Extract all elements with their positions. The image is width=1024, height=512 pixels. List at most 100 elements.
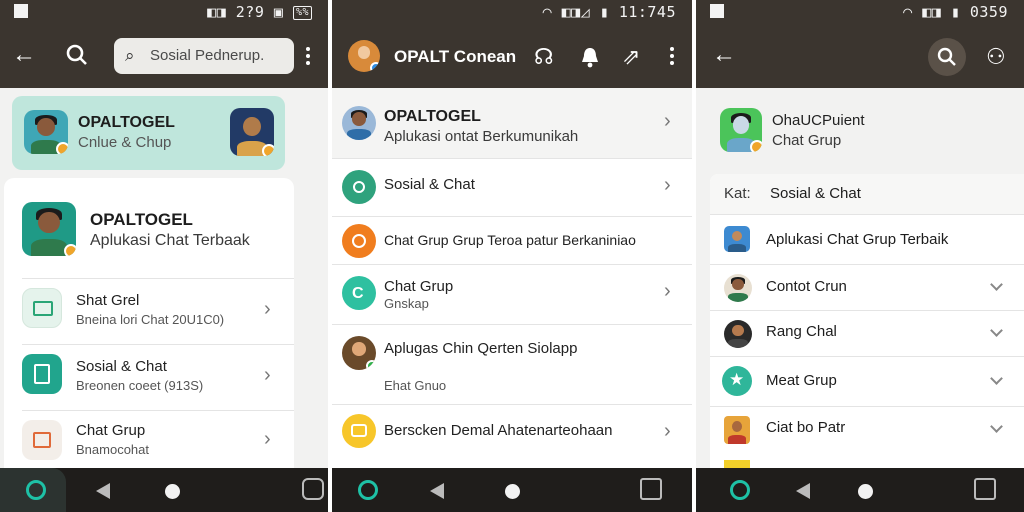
share-icon[interactable]: ⇗ [622, 46, 640, 68]
highlight-card[interactable]: OPALTOGEL Cnlue & Chup [12, 96, 285, 170]
screens: ◧◨ 2?9 ▣ %% ← ⌕ Sosial Pednerup. OPALTOG… [0, 0, 1024, 512]
avatar [230, 108, 274, 156]
headset-icon[interactable]: ☊ [534, 46, 554, 68]
divider [332, 404, 692, 405]
highlight-title: OPALTOGEL [78, 114, 175, 131]
item-title: Sosial & Chat [384, 176, 475, 193]
search-icon[interactable] [66, 44, 88, 70]
chevron-down-icon [990, 372, 1003, 385]
nav-recents-icon[interactable] [640, 478, 662, 500]
more-vert-icon[interactable] [670, 47, 674, 68]
app-bar: ← ⚇ [696, 26, 1024, 88]
status-time: 11:745 [618, 3, 676, 21]
divider [332, 264, 692, 265]
profile-header[interactable]: OhaUCPuient Chat Grup [696, 88, 1024, 174]
profile-title: OhaUCPuient [772, 112, 865, 129]
battery-icon: ▮ [599, 3, 610, 21]
nav-bar [0, 468, 328, 512]
divider [332, 158, 692, 159]
profile-title: OPALTOGEL [90, 210, 193, 229]
signal-icon: ◧◨◿ [561, 3, 591, 21]
nav-home-icon[interactable] [165, 484, 180, 499]
list-item[interactable]: OPALTOGEL Aplukasi ontat Berkumunikah › [332, 88, 692, 158]
phone-screen-2: ◠ ◧◨◿ ▮ 11:745 OPALT Conean ☊ ⇗ OPALTOGE… [332, 0, 692, 512]
item-subtitle: Bnamocohat [76, 442, 149, 457]
divider [332, 216, 692, 217]
nav-back-icon[interactable] [96, 483, 110, 499]
box-icon [22, 420, 62, 460]
list-card: Kat: Sosial & Chat Aplukasi Chat Grup Te… [710, 174, 1024, 468]
nav-home-icon[interactable] [858, 484, 873, 499]
main-card: OPALTOGEL Aplukasi Chat Terbaak Shat Gre… [4, 178, 294, 478]
chevron-right-icon: › [664, 110, 671, 132]
divider [710, 264, 1024, 265]
search-button[interactable] [928, 38, 966, 76]
item-title: Contot Crun [766, 278, 847, 295]
item-title: Rang Chal [766, 323, 837, 340]
avatar [724, 226, 750, 252]
phone-screen-1: ◧◨ 2?9 ▣ %% ← ⌕ Sosial Pednerup. OPALTOG… [0, 0, 328, 512]
avatar [342, 336, 376, 370]
notification-icon [710, 4, 724, 18]
status-time: 2?9 [235, 3, 265, 21]
avatar [22, 202, 76, 256]
divider [710, 406, 1024, 407]
wifi-icon: ◠ [542, 3, 553, 21]
star-icon: ★ [722, 366, 752, 396]
avatar[interactable] [348, 40, 380, 72]
item-title: Aplugas Chin Qerten Siolapp [384, 340, 578, 357]
app-bar: ← ⌕ Sosial Pednerup. [0, 26, 328, 88]
list: OPALTOGEL Aplukasi ontat Berkumunikah › … [332, 88, 692, 468]
item-subtitle: Gnskap [384, 296, 429, 311]
item-subtitle: Breonen coeet (913S) [76, 378, 204, 393]
avatar [342, 106, 376, 140]
battery-icon: %% [292, 6, 312, 20]
app-bar: OPALT Conean ☊ ⇗ [332, 26, 692, 88]
item-subtitle: Bneina lori Chat 20U1C0) [76, 312, 225, 327]
status-bar: ◠ ◧◨ ▮ 0359 [696, 0, 1024, 26]
bell-icon[interactable] [580, 46, 600, 72]
nav-home-icon[interactable] [505, 484, 520, 499]
chevron-down-icon [990, 324, 1003, 337]
item-title: Chat Grup [76, 422, 146, 439]
back-arrow-icon[interactable]: ← [12, 43, 36, 67]
avatar [724, 274, 752, 302]
battery-icon: ▮ [950, 3, 961, 21]
signal-icon: ◧◨ [207, 3, 227, 21]
avatar [720, 108, 762, 152]
group-icon [342, 224, 376, 258]
chevron-down-icon [990, 278, 1003, 291]
profile-subtitle: Chat Grup [772, 132, 842, 149]
category-row[interactable]: Kat: Sosial & Chat [710, 174, 1024, 214]
nav-recents-icon[interactable] [974, 478, 996, 500]
app-title: OPALT Conean [394, 47, 517, 66]
status-bar: ◠ ◧◨◿ ▮ 11:745 [332, 0, 692, 26]
more-vert-icon[interactable] [306, 47, 310, 68]
nav-back-icon[interactable] [430, 483, 444, 499]
search-placeholder: Sosial Pednerup. [150, 47, 265, 64]
app-launcher-icon[interactable] [730, 480, 750, 500]
divider [332, 324, 692, 325]
chevron-right-icon: › [264, 428, 271, 450]
chat-icon [342, 170, 376, 204]
item-title: Aplukasi Chat Grup Terbaik [766, 231, 949, 248]
item-title: Berscken Demal Ahatenarteohaan [384, 422, 613, 439]
item-title: Meat Grup [766, 372, 837, 389]
item-title: Ciat bo Patr [766, 419, 846, 436]
chevron-right-icon: › [664, 280, 671, 302]
app-launcher-icon[interactable] [26, 480, 46, 500]
settings-icon: ▣ [273, 3, 284, 21]
nav-recents-icon[interactable] [302, 478, 324, 500]
back-arrow-icon[interactable]: ← [712, 43, 736, 67]
nav-back-icon[interactable] [796, 483, 810, 499]
app-launcher-icon[interactable] [358, 480, 378, 500]
divider [710, 356, 1024, 357]
c-icon: C [342, 276, 376, 310]
profile-subtitle: Aplukasi Chat Terbaak [90, 232, 250, 249]
bookmark-icon [22, 354, 62, 394]
people-icon[interactable]: ⚇ [986, 46, 1006, 68]
chevron-right-icon: › [264, 364, 271, 386]
item-title: Chat Grup Grup Teroa patur Berkaniniao [384, 232, 636, 248]
search-input[interactable]: ⌕ Sosial Pednerup. [114, 38, 294, 74]
item-title: Sosial & Chat [76, 358, 167, 375]
